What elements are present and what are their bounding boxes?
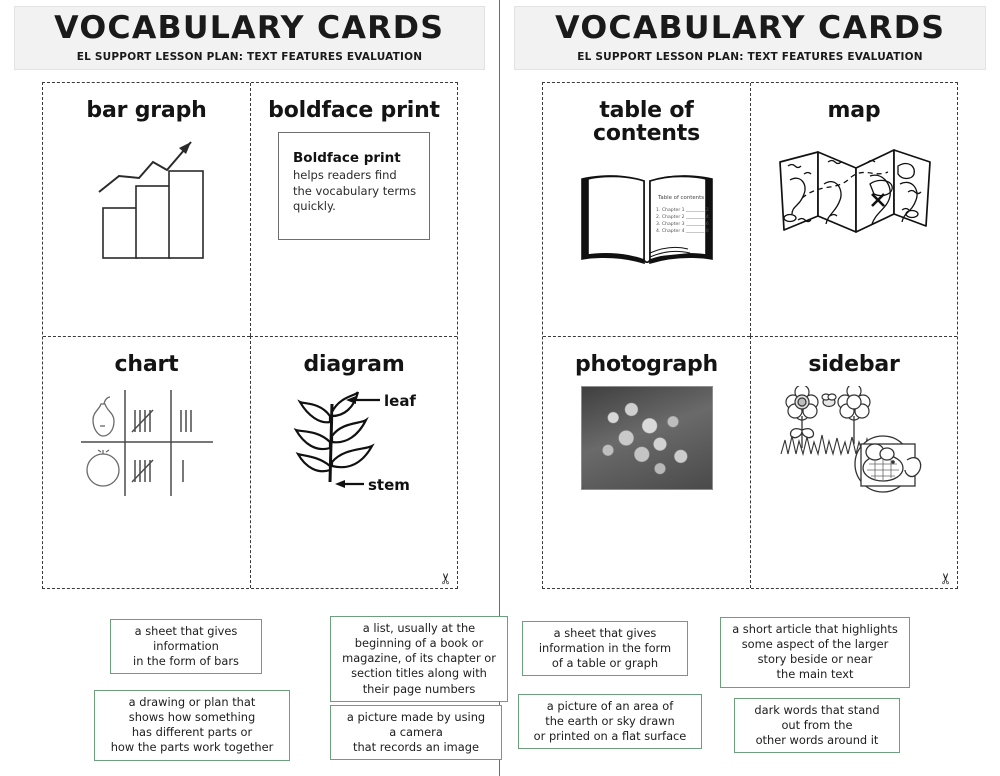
card-diagram[interactable]: diagram leaf stem ✂ bbox=[250, 335, 457, 588]
definition-box-table-of-contents[interactable]: a list, usually at the beginning of a bo… bbox=[330, 616, 508, 702]
card-title-diagram: diagram bbox=[303, 351, 405, 377]
definition-box-bar-graph[interactable]: a sheet that gives information in the fo… bbox=[110, 619, 262, 675]
card-title-boldface-print: boldface print bbox=[268, 98, 440, 123]
definition-boxes-right: a sheet that gives information in the fo… bbox=[514, 612, 986, 768]
right-page: VOCABULARY CARDS EL SUPPORT LESSON PLAN:… bbox=[500, 0, 1000, 776]
card-photograph[interactable]: photograph bbox=[543, 335, 750, 589]
card-table-of-contents[interactable]: table of contents Table of contents 1. C… bbox=[543, 83, 750, 336]
card-cut-grid-right: table of contents Table of contents 1. C… bbox=[542, 82, 958, 589]
card-boldface-print[interactable]: boldface print Boldface print helps read… bbox=[250, 83, 457, 336]
card-sidebar[interactable]: sidebar ✂ bbox=[750, 335, 957, 588]
boldface-lead-text: Boldface print bbox=[293, 150, 401, 167]
svg-text:2. Chapter 2 ________ 4: 2. Chapter 2 ________ 4 bbox=[656, 214, 709, 220]
definition-box-boldface-print[interactable]: dark words that stand out from the other… bbox=[734, 698, 900, 754]
page-header-right: VOCABULARY CARDS EL SUPPORT LESSON PLAN:… bbox=[514, 6, 986, 70]
definition-box-diagram[interactable]: a drawing or plan that shows how somethi… bbox=[94, 690, 290, 761]
card-title-bar-graph: bar graph bbox=[86, 98, 207, 123]
tally-chart-icon bbox=[43, 386, 250, 498]
page-header: VOCABULARY CARDS EL SUPPORT LESSON PLAN:… bbox=[14, 6, 485, 70]
card-title-photograph: photograph bbox=[574, 351, 718, 377]
book-toc-text: Table of contents 1. Chapter 1 ________ … bbox=[656, 195, 709, 234]
page-subtitle: EL SUPPORT LESSON PLAN: TEXT FEATURES EV… bbox=[76, 51, 423, 63]
bar-chart-arrow-icon bbox=[43, 132, 250, 262]
card-cut-grid: bar graph boldface print Boldface print … bbox=[42, 82, 458, 589]
card-title-sidebar: sidebar bbox=[808, 351, 900, 377]
definition-box-photograph[interactable]: a picture made by using a camera that re… bbox=[330, 705, 502, 761]
svg-text:3. Chapter 3 ________ 6: 3. Chapter 3 ________ 6 bbox=[656, 221, 709, 227]
plant-diagram-icon: leaf stem bbox=[251, 386, 457, 501]
page-subtitle-right: EL SUPPORT LESSON PLAN: TEXT FEATURES EV… bbox=[577, 51, 923, 63]
page-title: VOCABULARY CARDS bbox=[54, 10, 445, 46]
boldface-body-text: helps readers find the vocabulary terms … bbox=[293, 168, 417, 214]
definition-boxes-left: a sheet that gives information in the fo… bbox=[14, 612, 508, 768]
definition-box-sidebar[interactable]: a short article that highlights some asp… bbox=[720, 617, 910, 688]
card-title-map: map bbox=[827, 98, 881, 123]
svg-text:Table of contents: Table of contents bbox=[657, 195, 704, 201]
boldface-demo-box: Boldface print helps readers find the vo… bbox=[278, 132, 430, 241]
definition-box-map[interactable]: a picture of an area of the earth or sky… bbox=[518, 694, 702, 750]
page-title-right: VOCABULARY CARDS bbox=[554, 10, 946, 46]
card-map[interactable]: map bbox=[750, 83, 957, 336]
photograph-thumbnail bbox=[580, 385, 713, 490]
card-bar-graph[interactable]: bar graph bbox=[43, 83, 250, 336]
open-book-icon: Table of contents 1. Chapter 1 ________ … bbox=[543, 155, 750, 275]
scissors-icon-right: ✂ bbox=[938, 572, 956, 585]
svg-text:1. Chapter 1 ________ 2: 1. Chapter 1 ________ 2 bbox=[656, 207, 709, 213]
card-title-table-of-contents: table of contents bbox=[593, 98, 700, 147]
vocabulary-cards-worksheet: VOCABULARY CARDS EL SUPPORT LESSON PLAN:… bbox=[0, 0, 1000, 776]
boldface-demo-art: Boldface print helps readers find the vo… bbox=[251, 132, 457, 241]
scissors-icon: ✂ bbox=[438, 572, 456, 585]
flowers-bee-magnifier-icon bbox=[751, 385, 957, 501]
clover-photo-image bbox=[543, 385, 750, 490]
definition-box-chart[interactable]: a sheet that gives information in the fo… bbox=[522, 621, 688, 677]
svg-text:4. Chapter 4 ________ 8: 4. Chapter 4 ________ 8 bbox=[656, 228, 709, 234]
folded-map-icon bbox=[751, 132, 957, 252]
diagram-label-stem: stem bbox=[368, 476, 410, 494]
diagram-label-leaf: leaf bbox=[384, 392, 416, 410]
card-chart[interactable]: chart bbox=[43, 335, 250, 589]
card-title-chart: chart bbox=[114, 351, 179, 377]
left-page: VOCABULARY CARDS EL SUPPORT LESSON PLAN:… bbox=[0, 0, 508, 776]
